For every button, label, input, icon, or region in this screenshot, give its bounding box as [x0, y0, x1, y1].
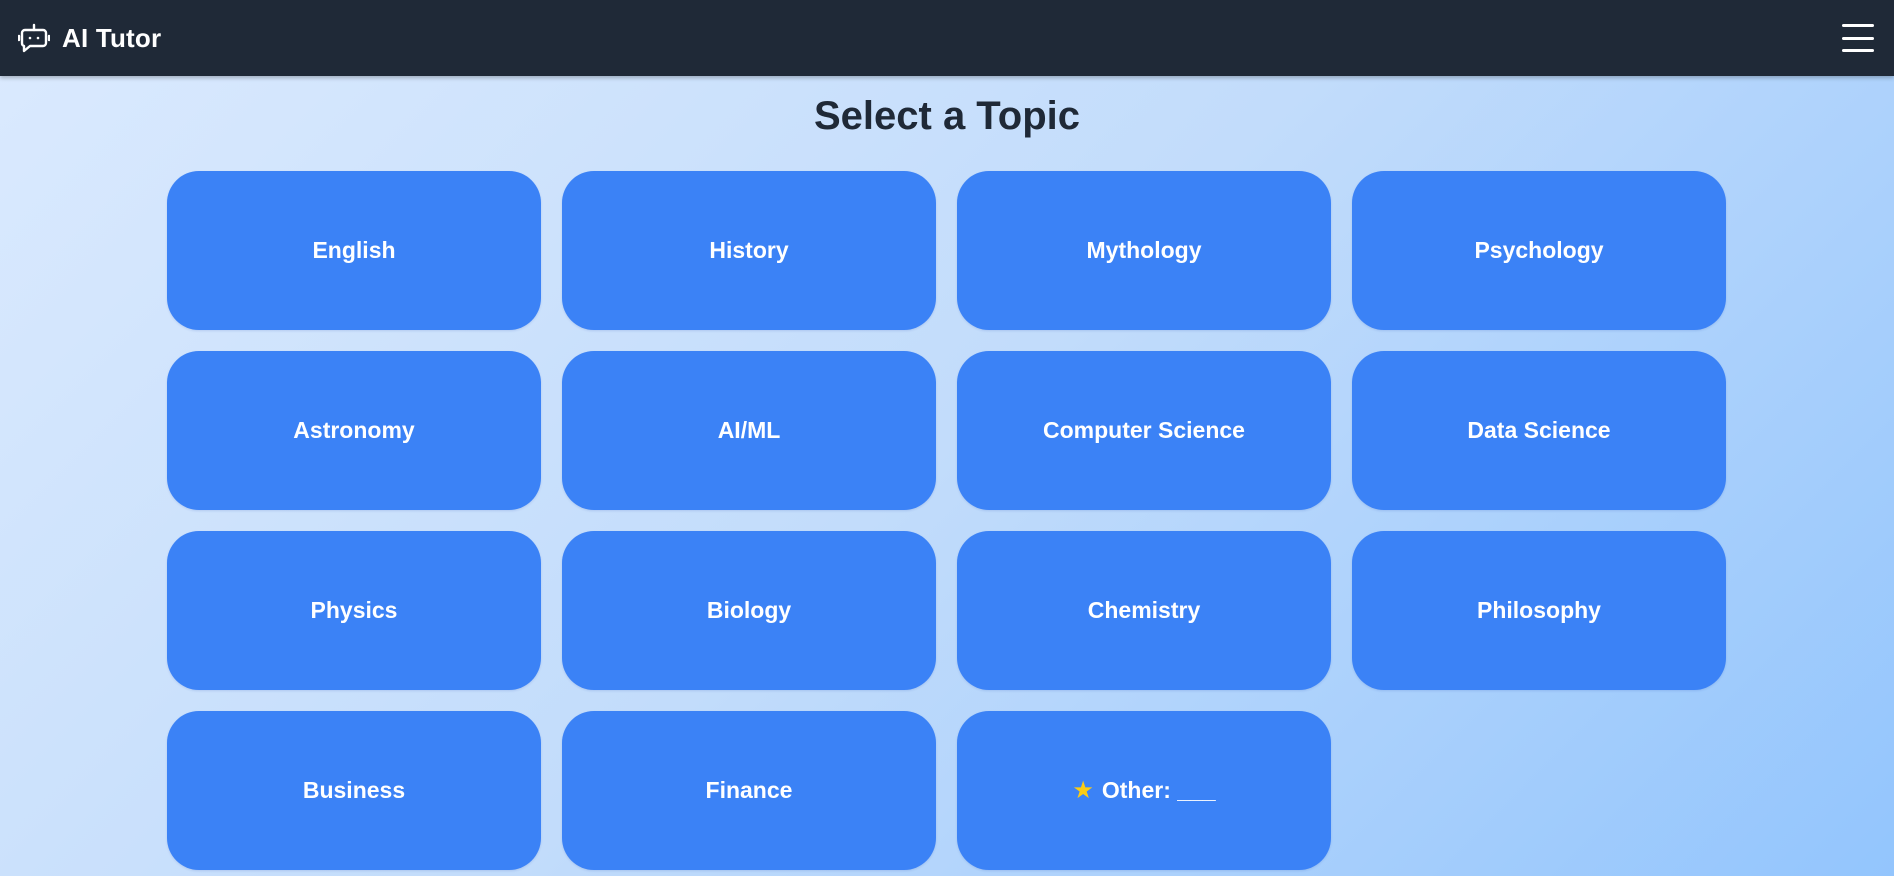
topic-label: Mythology [1086, 237, 1202, 263]
hamburger-menu-icon[interactable] [1842, 24, 1874, 52]
topic-label: Philosophy [1477, 597, 1601, 623]
topic-label: Chemistry [1087, 597, 1201, 623]
topic-computer-science-button[interactable]: Computer Science [957, 351, 1331, 510]
menu-bar [1842, 36, 1874, 40]
topic-chemistry-button[interactable]: Chemistry [957, 531, 1331, 690]
topic-label: Biology [706, 597, 792, 623]
menu-bar [1842, 49, 1874, 52]
topic-english-button[interactable]: English [167, 171, 541, 330]
topic-label: History [709, 237, 789, 263]
topic-philosophy-button[interactable]: Philosophy [1352, 531, 1726, 690]
topic-label: Astronomy [293, 417, 415, 443]
topic-label: Physics [310, 597, 398, 623]
topic-history-button[interactable]: History [562, 171, 936, 330]
topic-label: Other: ___ [1101, 777, 1216, 803]
topic-mythology-button[interactable]: Mythology [957, 171, 1331, 330]
star-icon: ★ [1072, 777, 1094, 804]
topic-psychology-button[interactable]: Psychology [1352, 171, 1726, 330]
menu-bar [1842, 24, 1874, 27]
topic-label: Finance [705, 777, 793, 803]
topic-data-science-button[interactable]: Data Science [1352, 351, 1726, 510]
topic-business-button[interactable]: Business [167, 711, 541, 870]
topic-grid: English History Mythology Psychology Ast… [167, 171, 1727, 870]
brand[interactable]: AI Tutor [18, 22, 161, 54]
topic-astronomy-button[interactable]: Astronomy [167, 351, 541, 510]
topic-label: Business [302, 777, 406, 803]
topic-physics-button[interactable]: Physics [167, 531, 541, 690]
topic-label: Computer Science [1043, 417, 1245, 443]
topic-label: Psychology [1474, 237, 1604, 263]
top-navbar: AI Tutor [0, 0, 1894, 76]
topic-label: Data Science [1467, 417, 1611, 443]
topic-biology-button[interactable]: Biology [562, 531, 936, 690]
bot-chat-icon [18, 22, 50, 54]
page-title: Select a Topic [813, 94, 1080, 138]
topic-label: AI/ML [717, 417, 781, 443]
topic-finance-button[interactable]: Finance [562, 711, 936, 870]
topic-ai-ml-button[interactable]: AI/ML [562, 351, 936, 510]
topic-other-button[interactable]: ★ Other: ___ [957, 711, 1331, 870]
brand-title: AI Tutor [62, 22, 162, 53]
main-content: Select a Topic English History Mythology… [0, 76, 1894, 876]
topic-label: English [312, 237, 396, 263]
